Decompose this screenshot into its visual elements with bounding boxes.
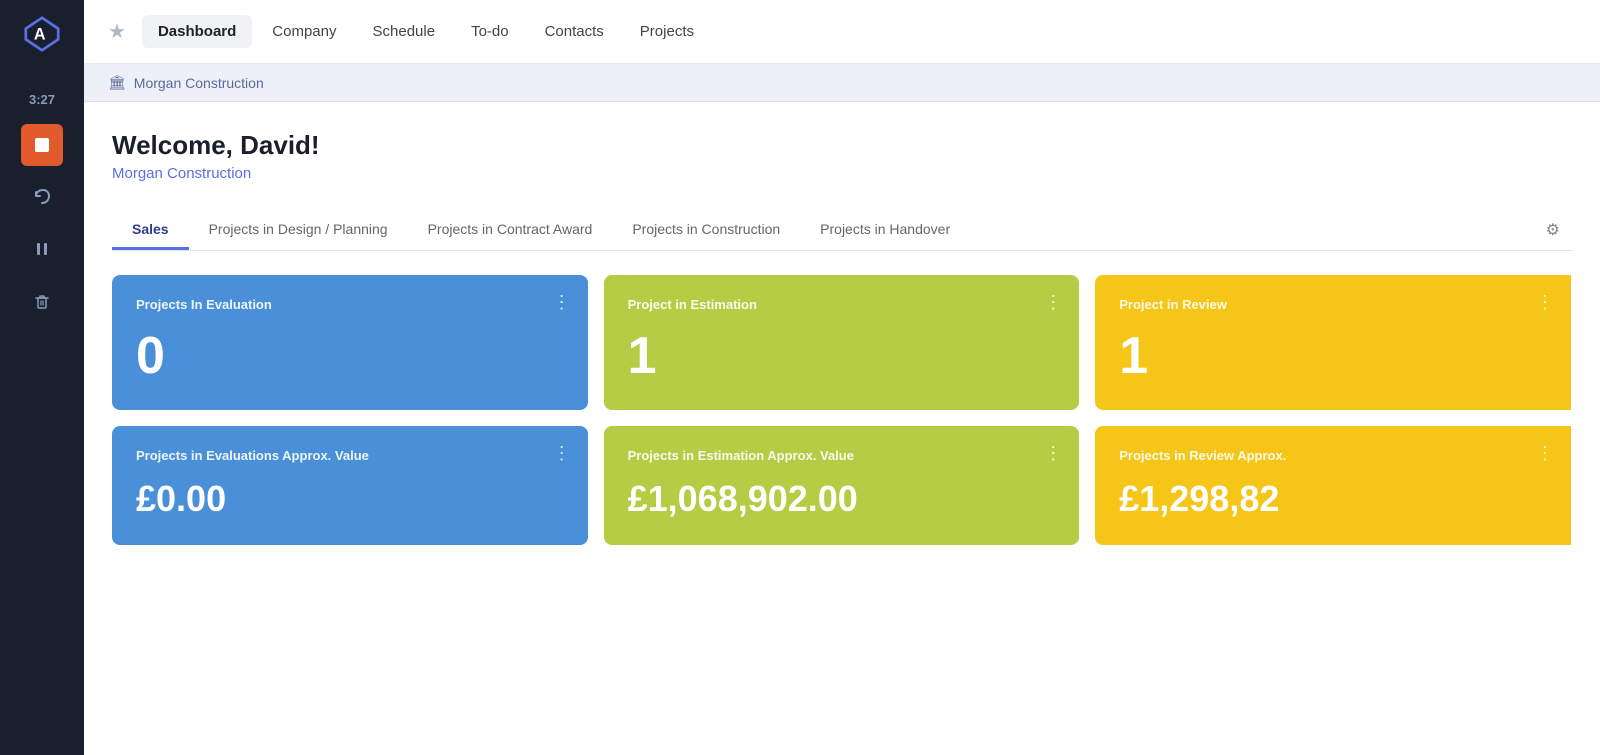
- card-evaluation-title: Projects In Evaluation: [136, 297, 564, 312]
- card-eval-val-value: £0.00: [136, 481, 564, 517]
- card-eval-val-menu[interactable]: [553, 444, 572, 462]
- card-est-val-menu[interactable]: [1044, 444, 1063, 462]
- card-estimation-menu[interactable]: [1044, 293, 1063, 311]
- card-review-menu[interactable]: [1536, 293, 1555, 311]
- favorite-star[interactable]: ★: [108, 19, 126, 44]
- card-estimation-value: 1: [628, 330, 1056, 382]
- nav-dashboard[interactable]: Dashboard: [142, 15, 252, 48]
- card-review-title: Project in Review: [1119, 297, 1547, 312]
- card-rev-val-value: £1,298,82: [1119, 481, 1547, 517]
- pause-button[interactable]: [21, 228, 63, 270]
- card-rev-val-title: Projects in Review Approx.: [1119, 448, 1547, 463]
- card-estimation: Project in Estimation 1: [604, 275, 1080, 410]
- tab-construction[interactable]: Projects in Construction: [612, 211, 800, 250]
- card-review-value: 1: [1119, 330, 1547, 382]
- nav-projects[interactable]: Projects: [624, 15, 710, 48]
- card-estimation-title: Project in Estimation: [628, 297, 1056, 312]
- breadcrumb-bar: 🏛 Morgan Construction: [84, 64, 1600, 102]
- main-content: ★ Dashboard Company Schedule To-do Conta…: [84, 0, 1600, 755]
- nav-todo[interactable]: To-do: [455, 15, 525, 48]
- dashboard-tabs: Sales Projects in Design / Planning Proj…: [112, 210, 1572, 251]
- card-evaluation: Projects In Evaluation 0: [112, 275, 588, 410]
- undo-button[interactable]: [21, 176, 63, 218]
- cards-row-1: Projects In Evaluation 0 Project in Esti…: [112, 275, 1572, 410]
- nav-contacts[interactable]: Contacts: [529, 15, 620, 48]
- content-area: Welcome, David! Morgan Construction Sale…: [84, 102, 1600, 755]
- nav-company[interactable]: Company: [256, 15, 352, 48]
- tab-handover[interactable]: Projects in Handover: [800, 211, 970, 250]
- breadcrumb-text: Morgan Construction: [134, 75, 264, 91]
- settings-gear-icon[interactable]: ⚙: [1534, 210, 1572, 250]
- welcome-title: Welcome, David!: [112, 130, 1572, 161]
- card-review: Project in Review 1: [1095, 275, 1571, 410]
- card-evaluation-value: 0: [136, 330, 564, 382]
- top-navigation: ★ Dashboard Company Schedule To-do Conta…: [84, 0, 1600, 64]
- card-review-value-card: Projects in Review Approx. £1,298,82: [1095, 426, 1571, 545]
- svg-text:A: A: [34, 25, 46, 43]
- breadcrumb-icon: 🏛: [108, 74, 126, 91]
- card-rev-val-menu[interactable]: [1536, 444, 1555, 462]
- trash-button[interactable]: [21, 280, 63, 322]
- tab-contract-award[interactable]: Projects in Contract Award: [408, 211, 613, 250]
- card-est-val-value: £1,068,902.00: [628, 481, 1056, 517]
- app-logo: A: [20, 12, 64, 56]
- tab-design-planning[interactable]: Projects in Design / Planning: [189, 211, 408, 250]
- card-eval-val-title: Projects in Evaluations Approx. Value: [136, 448, 564, 463]
- main-nav: Dashboard Company Schedule To-do Contact…: [142, 15, 710, 48]
- card-estimation-value-card: Projects in Estimation Approx. Value £1,…: [604, 426, 1080, 545]
- sidebar-time: 3:27: [29, 92, 55, 107]
- cards-row-2: Projects in Evaluations Approx. Value £0…: [112, 426, 1572, 545]
- sidebar: A 3:27: [0, 0, 84, 755]
- orange-button[interactable]: [21, 124, 63, 166]
- card-est-val-title: Projects in Estimation Approx. Value: [628, 448, 1056, 463]
- card-evaluation-value-card: Projects in Evaluations Approx. Value £0…: [112, 426, 588, 545]
- nav-schedule[interactable]: Schedule: [357, 15, 452, 48]
- company-name: Morgan Construction: [112, 165, 1572, 182]
- card-evaluation-menu[interactable]: [553, 293, 572, 311]
- tab-sales[interactable]: Sales: [112, 211, 189, 250]
